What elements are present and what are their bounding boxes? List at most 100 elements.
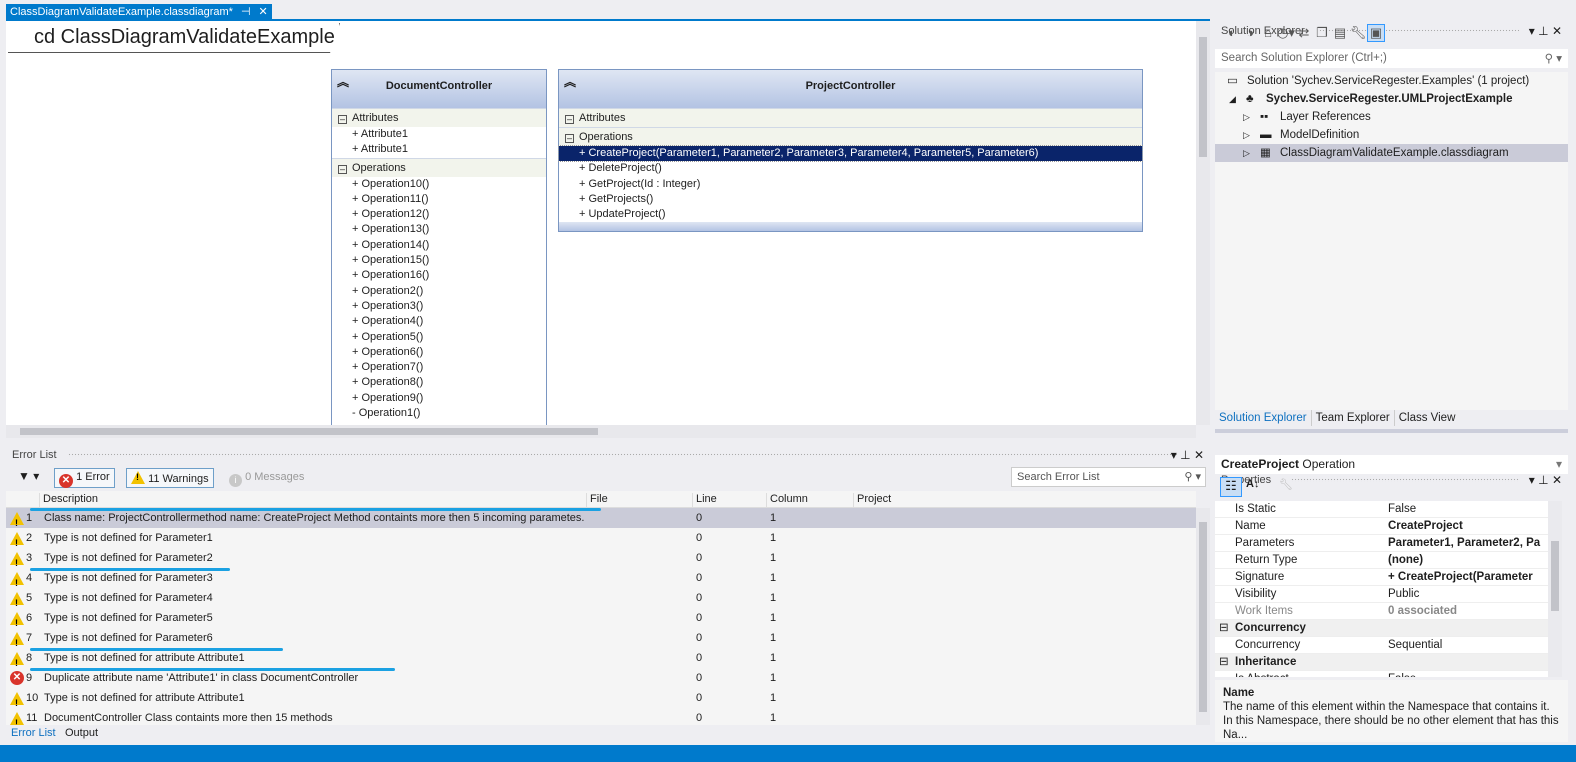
show-all-files-icon[interactable]: ▤	[1331, 25, 1349, 41]
compartment-header[interactable]: – Attributes	[332, 108, 546, 127]
errors-filter-button[interactable]: ✕ 1 Error	[54, 468, 115, 488]
error-row[interactable]: 6 Type is not defined for Parameter5 0 1	[6, 608, 1196, 633]
solution-explorer-search-input[interactable]: Search Solution Explorer (Ctrl+;) ⚲ ▾	[1215, 49, 1568, 68]
collapse-icon[interactable]: –	[338, 164, 347, 174]
class-member[interactable]: + Operation8()	[332, 375, 546, 390]
property-value[interactable]: Public	[1388, 586, 1548, 603]
property-value[interactable]: Parameter1, Parameter2, Pa	[1388, 535, 1548, 552]
class-member[interactable]: + Operation9()	[332, 391, 546, 406]
panel-controls[interactable]: ▾ ⊥ ✕	[1171, 448, 1204, 462]
property-row[interactable]: Concurrency Sequential	[1215, 637, 1548, 654]
error-row[interactable]: 8 Type is not defined for attribute Attri…	[6, 648, 1196, 673]
property-row[interactable]: Is Static False	[1215, 501, 1548, 518]
property-category[interactable]: ⊟ Inheritance	[1215, 654, 1548, 671]
error-row[interactable]: 3 Type is not defined for Parameter2 0 1	[6, 548, 1196, 573]
diagram-horizontal-scrollbar[interactable]	[6, 425, 1196, 438]
properties-icon[interactable]: 🔧︎	[1349, 25, 1367, 41]
class-member[interactable]: + Attribute1	[332, 127, 546, 142]
preview-icon[interactable]: ▣	[1367, 24, 1385, 42]
tab-class-view[interactable]: Class View	[1395, 410, 1460, 426]
column-header-file[interactable]: File	[586, 493, 608, 508]
search-icon[interactable]: ⚲ ▾	[1184, 470, 1201, 483]
error-list-search-input[interactable]: Search Error List ⚲ ▾	[1011, 467, 1206, 487]
tab-output[interactable]: Output	[65, 727, 98, 739]
class-member[interactable]: + Operation7()	[332, 360, 546, 375]
class-header[interactable]: ︽ ProjectController	[559, 70, 1142, 108]
error-list-scrollbar[interactable]	[1196, 508, 1210, 725]
history-icon[interactable]: ◷▾	[1277, 25, 1295, 41]
column-header-column[interactable]: Column	[766, 493, 808, 508]
diagram-vertical-scrollbar[interactable]	[1196, 21, 1210, 425]
error-row[interactable]: ✕ 9 Duplicate attribute name 'Attribute1' …	[6, 668, 1196, 688]
error-row[interactable]: 4 Type is not defined for Parameter3 0 1	[6, 568, 1196, 593]
forward-icon[interactable]: ◑	[1241, 25, 1259, 40]
class-project-controller[interactable]: ︽ ProjectController – Attributes – Operations…	[558, 69, 1143, 233]
property-pages-icon[interactable]: 🔧︎	[1279, 478, 1293, 491]
class-member[interactable]: + Operation12()	[332, 207, 546, 222]
compartment-header[interactable]: – Attributes	[559, 108, 1142, 127]
property-category[interactable]: ⊟ Concurrency	[1215, 620, 1548, 637]
class-member[interactable]: + Operation14()	[332, 238, 546, 253]
sync-icon[interactable]: ⇄	[1295, 25, 1313, 41]
tree-item[interactable]: ▷ ▬ ModelDefinition	[1215, 126, 1568, 144]
class-document-controller[interactable]: ︽ DocumentController – Attributes + Attribut…	[331, 69, 547, 425]
collapse-chevron-icon[interactable]: ︽	[337, 73, 349, 90]
property-row[interactable]: Signature + CreateProject(Parameter	[1215, 569, 1548, 586]
class-member[interactable]: + Operation4()	[332, 314, 546, 329]
warnings-filter-button[interactable]: 11 Warnings	[126, 468, 214, 488]
collapse-chevron-icon[interactable]: ︽	[564, 73, 576, 90]
property-row[interactable]: Name CreateProject	[1215, 518, 1548, 535]
property-row[interactable]: Work Items 0 associated	[1215, 603, 1548, 620]
collapsed-arrow-icon[interactable]: ▷	[1243, 144, 1250, 162]
collapse-icon[interactable]: –	[338, 115, 347, 124]
tree-item[interactable]: ▭ Solution 'Sychev.ServiceRegester.Exampl…	[1215, 72, 1568, 90]
document-tab[interactable]: ClassDiagramValidateExample.classdiagram…	[6, 4, 272, 20]
error-row[interactable]: 1 Class name: ProjectControllermethod nam…	[6, 508, 1196, 533]
categorized-icon[interactable]: ☷	[1220, 477, 1242, 497]
property-value[interactable]: False	[1388, 671, 1548, 677]
collapse-icon[interactable]: –	[565, 134, 574, 143]
property-value[interactable]: + CreateProject(Parameter	[1388, 569, 1548, 586]
class-member[interactable]: + Operation3()	[332, 299, 546, 314]
diagram-canvas[interactable]: cd ClassDiagramValidateExample ︽ Document…	[6, 21, 1196, 425]
class-member[interactable]: - Operation1()	[332, 406, 546, 421]
compartment-header[interactable]: – Operations	[559, 127, 1142, 146]
tree-item[interactable]: ▷ ▪▪ Layer References	[1215, 108, 1568, 126]
collapsed-arrow-icon[interactable]: ▷	[1243, 108, 1250, 126]
class-member[interactable]: + Attribute1	[332, 142, 546, 157]
class-member[interactable]: + Operation16()	[332, 268, 546, 283]
error-row[interactable]: 5 Type is not defined for Parameter4 0 1	[6, 588, 1196, 613]
property-value[interactable]: False	[1388, 501, 1548, 518]
tab-team-explorer[interactable]: Team Explorer	[1312, 410, 1395, 426]
class-member[interactable]: + Operation5()	[332, 330, 546, 345]
class-member[interactable]: + Operation13()	[332, 222, 546, 237]
tab-error-list[interactable]: Error List	[11, 727, 56, 739]
error-row[interactable]: 10Type is not defined for attribute Attr…	[6, 688, 1196, 713]
property-value[interactable]: 0 associated	[1388, 603, 1548, 620]
property-value[interactable]: CreateProject	[1388, 518, 1548, 535]
class-member[interactable]: + CreateProject(Parameter1, Parameter2, …	[558, 144, 1143, 163]
collapse-icon[interactable]: ⊟	[1219, 654, 1229, 671]
messages-filter-button[interactable]: i 0 Messages	[224, 468, 309, 488]
collapse-icon[interactable]: –	[565, 115, 574, 124]
properties-scrollbar[interactable]	[1548, 501, 1562, 677]
home-icon[interactable]: ⌂	[1259, 25, 1277, 40]
error-row[interactable]: 7 Type is not defined for Parameter6 0 1	[6, 628, 1196, 653]
column-header-project[interactable]: Project	[853, 493, 891, 508]
alphabetical-icon[interactable]: A↓	[1246, 478, 1259, 490]
class-header[interactable]: ︽ DocumentController	[332, 70, 546, 108]
compartment-header[interactable]: – Operations	[332, 157, 546, 177]
splitter[interactable]	[1215, 429, 1568, 433]
class-member[interactable]: + Operation15()	[332, 253, 546, 268]
property-row[interactable]: Visibility Public	[1215, 586, 1548, 603]
class-member[interactable]: + Operation6()	[332, 345, 546, 360]
collapse-all-icon[interactable]: ❐	[1313, 25, 1331, 41]
property-row[interactable]: Is Abstract False	[1215, 671, 1548, 677]
property-row[interactable]: Return Type (none)	[1215, 552, 1548, 569]
search-icon[interactable]: ⚲ ▾	[1545, 51, 1562, 65]
class-member[interactable]: + Operation2()	[332, 284, 546, 299]
properties-object-selector[interactable]: CreateProject Operation ▾	[1215, 455, 1568, 474]
expanded-arrow-icon[interactable]: ◢	[1229, 90, 1236, 108]
property-value[interactable]: Sequential	[1388, 637, 1548, 654]
class-member[interactable]: + UpdateProject()	[559, 207, 1142, 222]
